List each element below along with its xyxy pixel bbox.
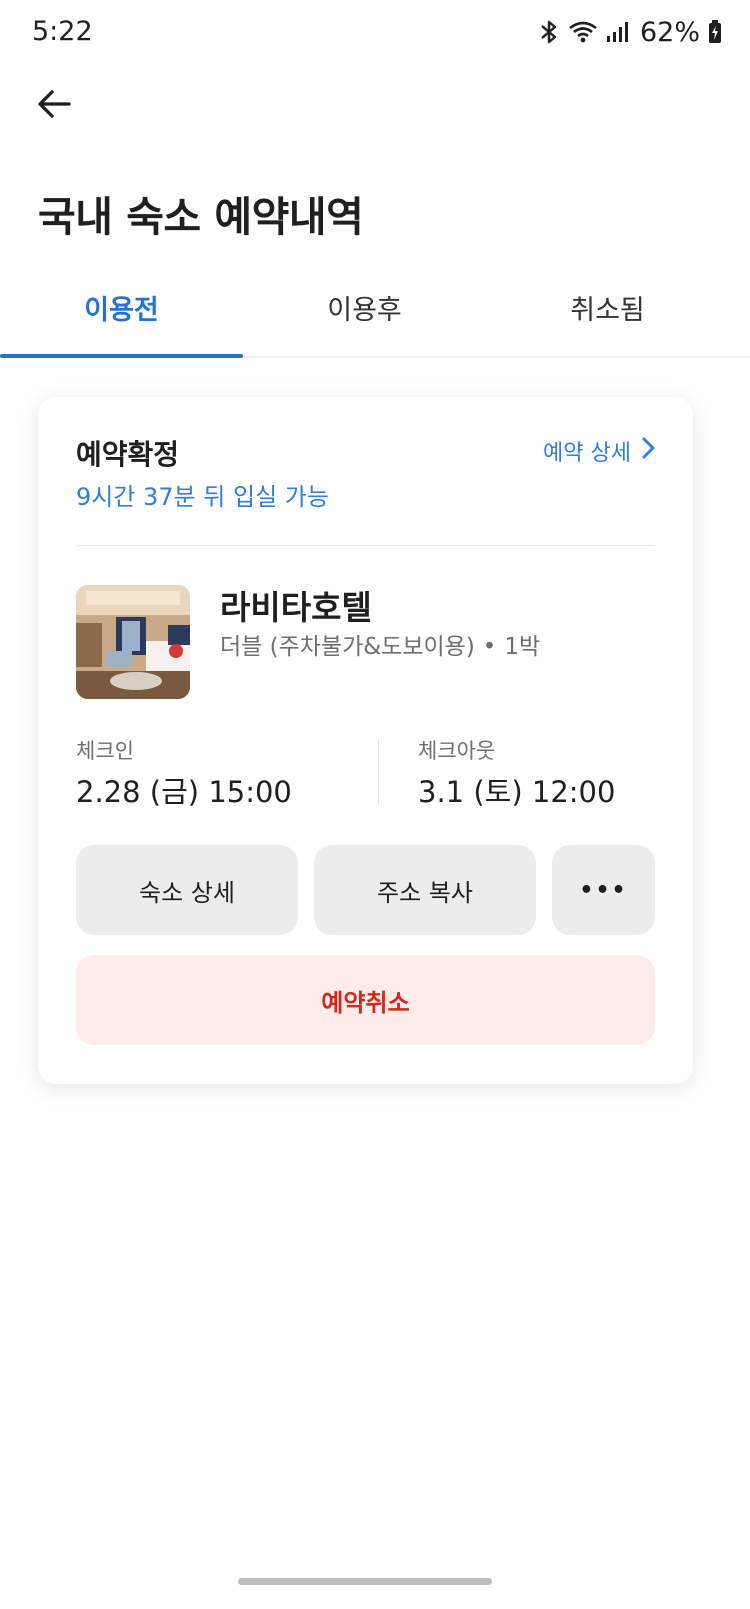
detail-link-label: 예약 상세 — [543, 441, 631, 466]
status-time: 5:22 — [32, 16, 93, 47]
hotel-name: 라비타호텔 — [220, 588, 372, 627]
bluetooth-icon — [538, 19, 560, 45]
card-divider — [76, 545, 655, 546]
battery-percent: 62% — [639, 16, 700, 48]
wifi-icon — [568, 20, 598, 44]
hotel-thumbnail — [76, 585, 190, 699]
reservation-status: 예약확정 — [76, 438, 180, 471]
status-icons: 62% — [538, 14, 722, 50]
checkout-value: 3.1 (토) 12:00 — [418, 775, 616, 809]
battery-icon — [708, 20, 722, 44]
page-title: 국내 숙소 예약내역 — [38, 193, 364, 241]
tab-cancelled[interactable]: 취소됨 — [486, 258, 729, 356]
info-separator: • — [482, 634, 497, 660]
arrow-left-icon — [37, 89, 71, 123]
chevron-right-icon — [641, 437, 655, 465]
checkout-label: 체크아웃 — [418, 739, 496, 763]
hotel-detail-button[interactable]: 숙소 상세 — [76, 845, 298, 935]
cancel-reservation-button[interactable]: 예약취소 — [76, 955, 655, 1045]
room-type: 더블 (주차불가&도보이용) — [220, 634, 475, 660]
reservation-detail-link[interactable]: 예약 상세 — [543, 435, 655, 467]
checkin-checkout-divider — [378, 739, 379, 805]
signal-icon — [606, 21, 628, 43]
nights-count: 1박 — [504, 634, 541, 660]
checkin-label: 체크인 — [76, 739, 134, 763]
home-indicator[interactable] — [238, 1578, 492, 1585]
back-button[interactable] — [32, 84, 76, 128]
active-tab-indicator — [0, 354, 243, 358]
checkin-value: 2.28 (금) 15:00 — [76, 775, 292, 809]
copy-address-button[interactable]: 주소 복사 — [314, 845, 536, 935]
reservation-tabs: 이용전 이용후 취소됨 — [0, 258, 750, 358]
room-info: 더블 (주차불가&도보이용) • 1박 — [220, 627, 540, 661]
tab-before-use[interactable]: 이용전 — [0, 258, 243, 356]
reservation-card: 예약확정 9시간 37분 뒤 입실 가능 예약 상세 라비타호텔 더블 (주차불… — [38, 397, 693, 1084]
more-options-button[interactable]: ••• — [552, 845, 655, 935]
status-bar: 5:22 62% — [0, 0, 750, 66]
checkin-countdown: 9시간 37분 뒤 입실 가능 — [76, 483, 329, 511]
tab-after-use[interactable]: 이용후 — [243, 258, 486, 356]
